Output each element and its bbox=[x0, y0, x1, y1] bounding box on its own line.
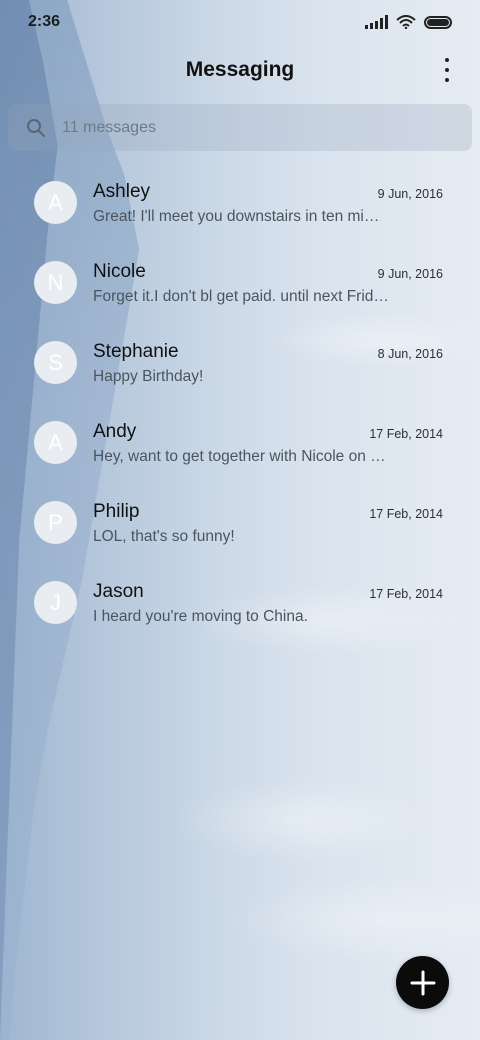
avatar-initial: A bbox=[48, 189, 63, 215]
message-snippet: LOL, that's so funny! bbox=[93, 528, 235, 545]
message-date: 8 Jun, 2016 bbox=[377, 347, 443, 361]
message-snippet: Hey, want to get together with Nicole on… bbox=[93, 448, 386, 465]
message-date: 17 Feb, 2014 bbox=[369, 587, 443, 601]
status-icons bbox=[365, 15, 452, 29]
message-date: 17 Feb, 2014 bbox=[369, 427, 443, 441]
avatar-initial: A bbox=[48, 429, 63, 455]
message-date: 9 Jun, 2016 bbox=[377, 187, 443, 201]
contact-name: Nicole bbox=[93, 261, 146, 282]
avatar: N bbox=[34, 261, 77, 304]
more-vertical-icon[interactable] bbox=[440, 58, 454, 82]
contact-name: Stephanie bbox=[93, 341, 179, 362]
avatar: A bbox=[34, 181, 77, 224]
avatar: A bbox=[34, 421, 77, 464]
conversation-list: A Ashley 9 Jun, 2016 Great! I'll meet yo… bbox=[0, 164, 480, 644]
contact-name: Ashley bbox=[93, 181, 151, 202]
conversation-item[interactable]: A Ashley 9 Jun, 2016 Great! I'll meet yo… bbox=[0, 164, 480, 244]
wifi-icon bbox=[396, 15, 416, 29]
conversation-item[interactable]: S Stephanie 8 Jun, 2016 Happy Birthday! bbox=[0, 324, 480, 404]
search-icon bbox=[27, 118, 45, 137]
new-message-button[interactable] bbox=[396, 956, 449, 1009]
battery-icon bbox=[424, 15, 452, 29]
message-snippet: I heard you're moving to China. bbox=[93, 608, 308, 625]
conversation-item[interactable]: P Philip 17 Feb, 2014 LOL, that's so fun… bbox=[0, 484, 480, 564]
avatar-initial: P bbox=[48, 509, 63, 535]
contact-name: Andy bbox=[93, 421, 137, 442]
message-snippet: Happy Birthday! bbox=[93, 368, 204, 385]
app-bar: Messaging bbox=[0, 44, 480, 96]
avatar-initial: J bbox=[50, 589, 61, 615]
message-date: 9 Jun, 2016 bbox=[377, 267, 443, 281]
avatar: P bbox=[34, 501, 77, 544]
status-time: 2:36 bbox=[28, 13, 61, 30]
search-input[interactable] bbox=[62, 118, 422, 137]
plus-icon bbox=[410, 970, 435, 995]
page-title: Messaging bbox=[185, 58, 295, 81]
search-bar[interactable] bbox=[8, 104, 472, 151]
contact-name: Jason bbox=[93, 581, 144, 602]
signal-icon bbox=[365, 15, 388, 29]
avatar: S bbox=[34, 341, 77, 384]
conversation-item[interactable]: J Jason 17 Feb, 2014 I heard you're movi… bbox=[0, 564, 480, 644]
conversation-item[interactable]: A Andy 17 Feb, 2014 Hey, want to get tog… bbox=[0, 404, 480, 484]
contact-name: Philip bbox=[93, 501, 140, 522]
message-date: 17 Feb, 2014 bbox=[369, 507, 443, 521]
avatar: J bbox=[34, 581, 77, 624]
message-snippet: Forget it.I don't bl get paid. until nex… bbox=[93, 288, 389, 305]
avatar-initial: S bbox=[48, 349, 63, 375]
avatar-initial: N bbox=[47, 269, 64, 295]
message-snippet: Great! I'll meet you downstairs in ten m… bbox=[93, 208, 380, 225]
conversation-item[interactable]: N Nicole 9 Jun, 2016 Forget it.I don't b… bbox=[0, 244, 480, 324]
status-bar: 2:36 bbox=[0, 0, 480, 44]
